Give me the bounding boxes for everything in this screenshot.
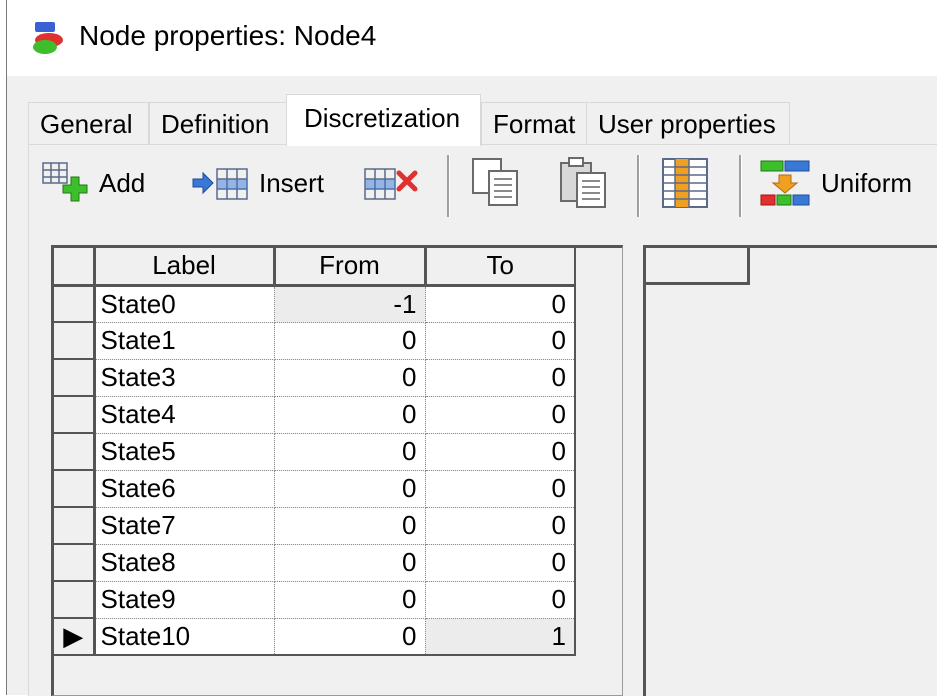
table-row[interactable]: State8 0 0 <box>54 544 576 582</box>
state-from-cell[interactable]: 0 <box>274 544 426 582</box>
paste-icon <box>560 157 606 208</box>
paste-button[interactable] <box>557 145 613 221</box>
state-label-cell[interactable]: State0 <box>94 285 275 323</box>
discretization-content: Label From To State0 -1 0 State1 0 0 State3 0 0 S… <box>29 221 937 696</box>
table-row[interactable]: State5 0 0 <box>54 433 576 471</box>
window-title: Node properties: Node4 <box>79 20 377 51</box>
title-bar: Node properties: Node4 <box>7 0 937 76</box>
uniform-button-label: Uniform <box>821 167 913 198</box>
add-row-icon <box>42 162 88 202</box>
state-from-cell[interactable]: 0 <box>274 396 426 434</box>
state-label-cell[interactable]: State5 <box>94 433 275 471</box>
column-table-icon <box>662 158 708 208</box>
state-to-cell[interactable]: 1 <box>425 618 576 656</box>
state-from-cell[interactable]: 0 <box>274 507 426 545</box>
state-label-cell[interactable]: State6 <box>94 470 275 508</box>
insert-button[interactable]: Insert <box>191 145 324 221</box>
states-table-button[interactable] <box>657 145 713 221</box>
row-header[interactable] <box>54 433 96 471</box>
current-row-indicator[interactable]: ▶ <box>54 618 96 656</box>
row-header[interactable] <box>54 470 96 508</box>
interval-preview-pane <box>643 245 937 696</box>
table-row[interactable]: State6 0 0 <box>54 470 576 508</box>
state-from-cell[interactable]: 0 <box>274 618 426 656</box>
copy-button[interactable] <box>469 145 525 221</box>
state-to-cell[interactable]: 0 <box>425 507 576 545</box>
column-header-from[interactable]: From <box>274 248 427 287</box>
states-table: Label From To State0 -1 0 State1 0 0 State3 0 0 S… <box>54 248 576 656</box>
insert-button-label: Insert <box>259 167 325 198</box>
tab-general[interactable]: General <box>28 102 149 144</box>
table-row[interactable]: State0 -1 0 <box>54 285 576 323</box>
toolbar-separator <box>447 155 450 217</box>
delete-row-button[interactable] <box>363 145 423 221</box>
table-row[interactable]: State3 0 0 <box>54 359 576 397</box>
state-label-cell[interactable]: State9 <box>94 581 275 619</box>
toolbar-separator <box>739 155 742 217</box>
state-to-cell[interactable]: 0 <box>425 285 576 323</box>
discretization-panel: Add Insert Uniform Label From To State0 … <box>28 144 937 696</box>
table-row[interactable]: State4 0 0 <box>54 396 576 434</box>
state-label-cell[interactable]: State10 <box>94 618 275 656</box>
state-from-cell[interactable]: 0 <box>274 581 426 619</box>
row-header[interactable] <box>54 359 96 397</box>
state-from-cell[interactable]: 0 <box>274 359 426 397</box>
copy-icon <box>472 158 518 206</box>
states-grid: Label From To State0 -1 0 State1 0 0 State3 0 0 S… <box>51 245 623 696</box>
state-to-cell[interactable]: 0 <box>425 359 576 397</box>
state-to-cell[interactable]: 0 <box>425 544 576 582</box>
table-row[interactable]: State7 0 0 <box>54 507 576 545</box>
tab-format[interactable]: Format <box>481 102 587 144</box>
state-from-cell[interactable]: -1 <box>274 285 426 323</box>
toolbar-separator <box>637 155 640 217</box>
state-to-cell[interactable]: 0 <box>425 470 576 508</box>
window-left-edge <box>0 0 7 695</box>
delete-row-icon <box>364 168 418 200</box>
tab-discretization[interactable]: Discretization <box>286 94 481 146</box>
state-label-cell[interactable]: State8 <box>94 544 275 582</box>
row-header[interactable] <box>54 285 96 323</box>
state-label-cell[interactable]: State1 <box>94 322 275 360</box>
state-to-cell[interactable]: 0 <box>425 396 576 434</box>
add-button[interactable]: Add <box>41 145 145 221</box>
column-header-label[interactable]: Label <box>94 248 276 287</box>
tab-definition[interactable]: Definition <box>149 102 287 144</box>
row-header-corner[interactable] <box>54 248 96 287</box>
toolbar: Add Insert Uniform <box>29 145 937 221</box>
row-header[interactable] <box>54 581 96 619</box>
row-header[interactable] <box>54 322 96 360</box>
dialog-body: General Definition Discretization Format… <box>7 76 937 696</box>
state-to-cell[interactable]: 0 <box>425 433 576 471</box>
table-row[interactable]: State9 0 0 <box>54 581 576 619</box>
state-label-cell[interactable]: State7 <box>94 507 275 545</box>
row-header[interactable] <box>54 544 96 582</box>
state-to-cell[interactable]: 0 <box>425 322 576 360</box>
row-header[interactable] <box>54 507 96 545</box>
table-header-row: Label From To <box>54 248 576 287</box>
table-row[interactable]: State1 0 0 <box>54 322 576 360</box>
state-label-cell[interactable]: State3 <box>94 359 275 397</box>
state-from-cell[interactable]: 0 <box>274 433 426 471</box>
row-header[interactable] <box>54 396 96 434</box>
preview-header-cell <box>646 248 750 285</box>
node-properties-app-icon <box>33 22 63 54</box>
uniform-button[interactable]: Uniform <box>757 145 912 221</box>
table-row[interactable]: ▶ State10 0 1 <box>54 618 576 656</box>
column-header-to[interactable]: To <box>425 248 576 287</box>
insert-row-icon <box>192 168 248 200</box>
state-from-cell[interactable]: 0 <box>274 322 426 360</box>
state-from-cell[interactable]: 0 <box>274 470 426 508</box>
tab-user-properties[interactable]: User properties <box>586 102 790 144</box>
state-to-cell[interactable]: 0 <box>425 581 576 619</box>
state-label-cell[interactable]: State4 <box>94 396 275 434</box>
uniform-icon <box>760 160 810 206</box>
add-button-label: Add <box>99 167 146 198</box>
